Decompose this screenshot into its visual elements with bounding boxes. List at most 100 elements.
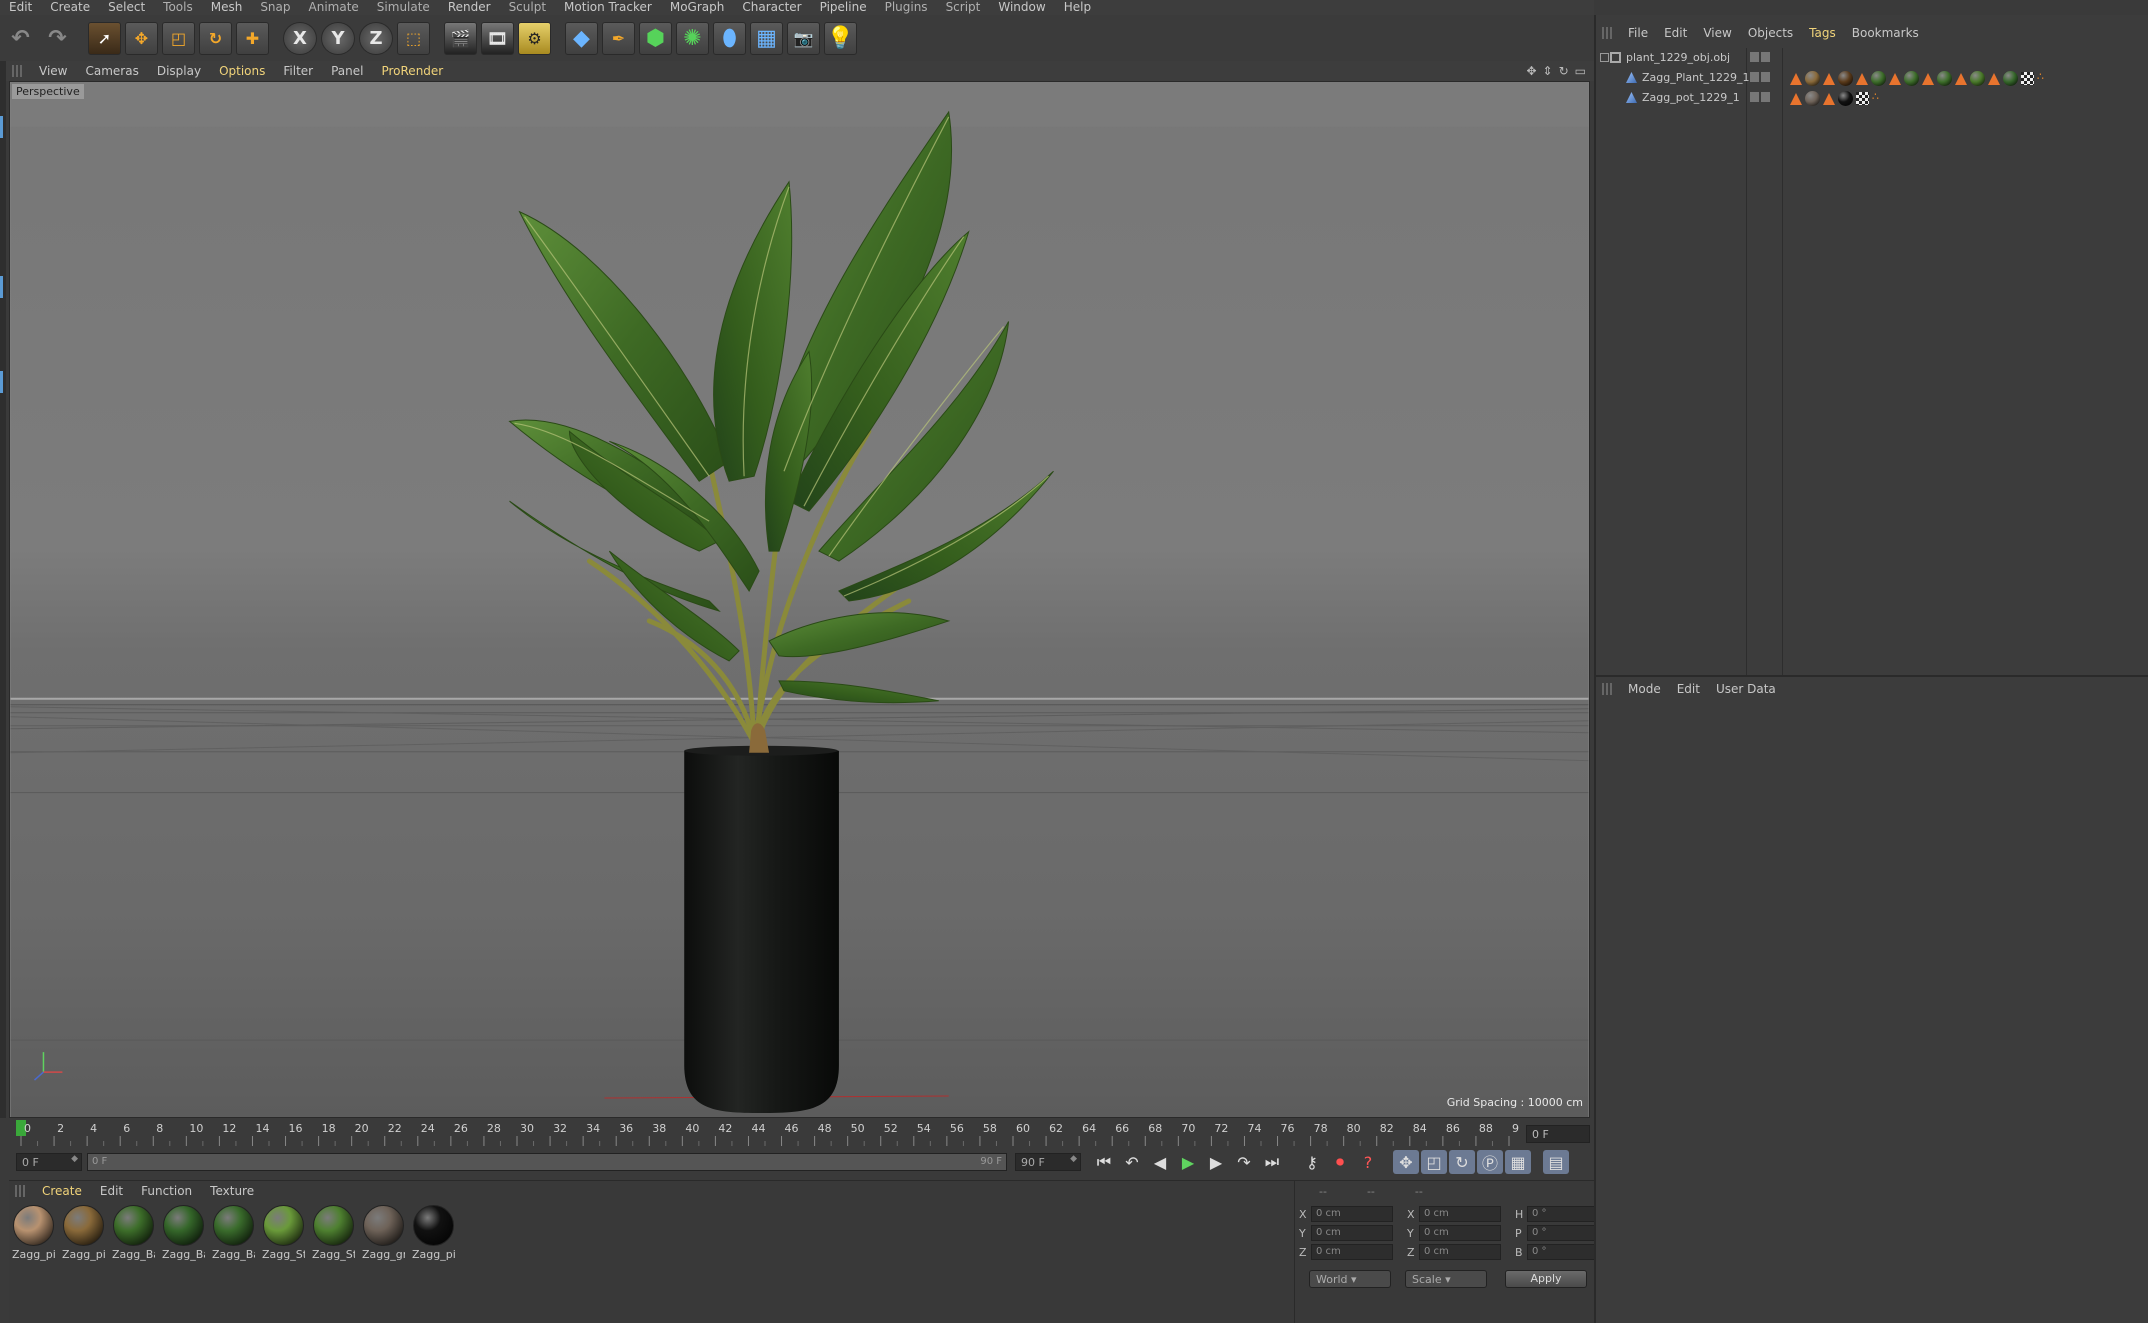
material-menu-create[interactable]: Create	[33, 1184, 91, 1198]
light-icon[interactable]: 💡	[824, 21, 857, 55]
key-icon[interactable]: ⚷	[1299, 1150, 1325, 1174]
key-position-icon[interactable]: ✥	[1393, 1150, 1419, 1174]
viewport-menu-cameras[interactable]: Cameras	[76, 64, 147, 78]
phong-tag-icon[interactable]	[1790, 92, 1802, 105]
move-view-icon[interactable]: ⇕	[1543, 64, 1553, 78]
key-pla-icon[interactable]: ▦	[1505, 1150, 1531, 1174]
previous-frame-icon[interactable]: ◀	[1147, 1150, 1173, 1174]
select-tool-icon[interactable]: ➚	[88, 21, 121, 55]
material-preview-ball[interactable]	[63, 1205, 104, 1246]
menu-animate[interactable]: Animate	[300, 0, 368, 15]
material-swatch[interactable]: Zagg_Ba	[212, 1205, 255, 1261]
redo-icon[interactable]: ↷	[41, 22, 74, 55]
material-swatch[interactable]: Zagg_pi	[12, 1205, 55, 1261]
timeline-window-icon[interactable]: ▤	[1543, 1150, 1569, 1174]
menu-render[interactable]: Render	[439, 0, 500, 15]
attribute-menu-mode[interactable]: Mode	[1620, 682, 1669, 696]
selection-tag-icon[interactable]: ∴	[2037, 71, 2050, 85]
render-visibility-dot[interactable]	[1761, 92, 1770, 102]
material-swatch[interactable]: Zagg_pi	[62, 1205, 105, 1261]
phong-tag-icon[interactable]	[1889, 72, 1901, 85]
pan-view-icon[interactable]: ✥	[1526, 64, 1536, 78]
viewport-menu-prorender[interactable]: ProRender	[372, 64, 452, 78]
camera-icon[interactable]: 📷	[787, 21, 820, 55]
object-menu-bookmarks[interactable]: Bookmarks	[1844, 26, 1927, 40]
coord-size-field[interactable]: 0 cm	[1419, 1244, 1501, 1260]
material-preview-ball[interactable]	[363, 1205, 404, 1246]
key-scale-icon[interactable]: ◰	[1421, 1150, 1447, 1174]
object-row[interactable]: Zagg_pot_1229_1 ∴	[1596, 88, 2148, 108]
maximize-view-icon[interactable]: ▭	[1575, 64, 1586, 78]
viewport-menu-display[interactable]: Display	[148, 64, 210, 78]
material-swatch[interactable]: Zagg_Ba	[112, 1205, 155, 1261]
preview-range-slider[interactable]: 0 F 90 F	[87, 1153, 1007, 1171]
menu-create[interactable]: Create	[41, 0, 99, 15]
cube-primitive-icon[interactable]: ◆	[565, 21, 598, 55]
material-swatch[interactable]: Zagg_St	[262, 1205, 305, 1261]
menu-help[interactable]: Help	[1055, 0, 1100, 15]
phong-tag-icon[interactable]	[1988, 72, 2000, 85]
deformer-icon[interactable]: ⬮	[713, 21, 746, 55]
phong-tag-icon[interactable]	[1955, 72, 1967, 85]
camera-label[interactable]: Perspective	[12, 84, 84, 99]
coord-size-field[interactable]: 0 cm	[1419, 1225, 1501, 1241]
menu-mesh[interactable]: Mesh	[202, 0, 252, 15]
coordinate-system-icon[interactable]: ⬚	[397, 21, 430, 55]
menu-window[interactable]: Window	[989, 0, 1054, 15]
viewport-menu-view[interactable]: View	[30, 64, 76, 78]
editor-visibility-dot[interactable]	[1750, 92, 1759, 102]
material-swatch[interactable]: Zagg_Ba	[162, 1205, 205, 1261]
panel-grip[interactable]	[15, 1185, 25, 1197]
coord-position-field[interactable]: 0 cm	[1311, 1206, 1393, 1222]
collapse-icon[interactable]	[1600, 53, 1609, 62]
menu-pipeline[interactable]: Pipeline	[811, 0, 876, 15]
menu-select[interactable]: Select	[99, 0, 154, 15]
phong-tag-icon[interactable]	[1922, 72, 1934, 85]
render-settings-icon[interactable]: ⚙	[518, 21, 551, 55]
menu-simulate[interactable]: Simulate	[368, 0, 439, 15]
menu-script[interactable]: Script	[937, 0, 990, 15]
viewport-menu-options[interactable]: Options	[210, 64, 274, 78]
phong-tag-icon[interactable]	[1790, 72, 1802, 85]
material-swatch[interactable]: Zagg_pi	[412, 1205, 455, 1261]
pen-spline-icon[interactable]: ✒	[602, 21, 635, 55]
coord-size-field[interactable]: 0 cm	[1419, 1206, 1501, 1222]
object-row[interactable]: Zagg_Plant_1229_1 ∴	[1596, 68, 2148, 88]
material-preview-ball[interactable]	[163, 1205, 204, 1246]
current-frame-field[interactable]: 0 F	[1526, 1125, 1590, 1143]
key-rotation-icon[interactable]: ↻	[1449, 1150, 1475, 1174]
start-frame-field[interactable]: 0 F ◆	[16, 1153, 82, 1171]
material-preview-ball[interactable]	[413, 1205, 454, 1246]
scale-tool-icon[interactable]: ◰	[162, 21, 195, 55]
object-menu-view[interactable]: View	[1695, 26, 1739, 40]
render-visibility-dot[interactable]	[1761, 52, 1770, 62]
timeline-ruler[interactable]: 0 2 4 6 8 10 12 14 16 18 20 22 24 26 28 30 32 34 36 38 40 42 4…	[9, 1118, 1594, 1148]
texture-checker-icon[interactable]	[1856, 92, 1869, 105]
panel-grip[interactable]	[1602, 683, 1612, 695]
size-mode-dropdown[interactable]: Scale ▾	[1405, 1270, 1487, 1288]
end-frame-field[interactable]: 90 F ◆	[1015, 1153, 1081, 1171]
cloner-icon[interactable]: ✺	[676, 21, 709, 55]
phong-tag-icon[interactable]	[1823, 72, 1835, 85]
visibility-toggles[interactable]	[1750, 52, 1770, 62]
phong-tag-icon[interactable]	[1823, 92, 1835, 105]
texture-checker-icon[interactable]	[2021, 72, 2034, 85]
visibility-toggles[interactable]	[1750, 72, 1770, 82]
material-tag-icon[interactable]	[1970, 71, 1985, 86]
rotate-tool-icon[interactable]: ↻	[199, 21, 232, 55]
object-name[interactable]: Zagg_pot_1229_1	[1642, 91, 1740, 104]
menu-mograph[interactable]: MoGraph	[661, 0, 734, 15]
y-axis-lock-button[interactable]: Y	[321, 21, 355, 55]
material-preview-ball[interactable]	[113, 1205, 154, 1246]
coord-position-field[interactable]: 0 cm	[1311, 1225, 1393, 1241]
next-frame-icon[interactable]: ▶	[1203, 1150, 1229, 1174]
material-tag-icon[interactable]	[1838, 71, 1853, 86]
key-param-icon[interactable]: Ⓟ	[1477, 1150, 1503, 1174]
go-to-end-icon[interactable]: ⏭	[1259, 1150, 1285, 1174]
menu-motion-tracker[interactable]: Motion Tracker	[555, 0, 661, 15]
phong-tag-icon[interactable]	[1856, 72, 1868, 85]
coordinate-space-dropdown[interactable]: World ▾	[1309, 1270, 1391, 1288]
object-name[interactable]: plant_1229_obj.obj	[1626, 51, 1730, 64]
x-axis-lock-button[interactable]: X	[283, 21, 317, 55]
frame-ruler[interactable]: 0 2 4 6 8 10 12 14 16 18 20 22 24 26 28 30 32 34 36 38 40 42 4…	[9, 1118, 1519, 1148]
